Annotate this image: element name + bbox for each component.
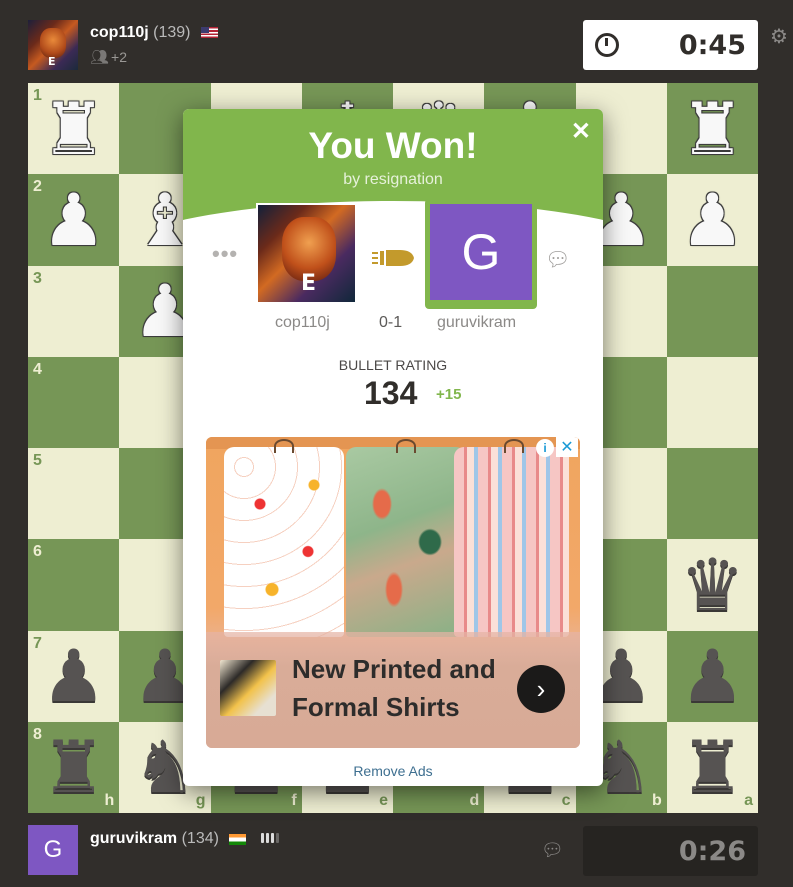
more-icon[interactable]: ••• (212, 241, 238, 267)
black-queen-icon[interactable]: ♛ (680, 549, 745, 621)
watchers-icon: 👥︎ (90, 49, 109, 66)
connection-signal-icon (260, 830, 281, 848)
board-square[interactable]: ♛ (666, 539, 758, 631)
top-player-avatar[interactable]: E (28, 20, 78, 70)
top-player-name[interactable]: cop110j (90, 24, 149, 41)
board-square[interactable]: 1 ♜ (28, 83, 120, 175)
top-player-name-line: cop110j (139) (90, 24, 218, 42)
rank-label: 5 (33, 452, 42, 469)
rating-label: BULLET RATING (338, 357, 448, 373)
ad-banner[interactable]: New Printed and Formal Shirts › (206, 632, 580, 748)
white-rook-icon[interactable]: ♜ (41, 93, 106, 165)
file-label: g (195, 792, 206, 809)
board-square[interactable]: ♜ (666, 83, 758, 175)
board-square[interactable]: 8 h ♜ (28, 721, 120, 813)
file-label: b (651, 792, 662, 809)
avatar-badge: E (48, 55, 56, 68)
board-square[interactable]: a ♜ (666, 721, 758, 813)
rating-delta: +15 (436, 386, 462, 403)
rank-label: 7 (33, 634, 42, 652)
score-row: cop110j 0-1 guruvikram (183, 314, 603, 336)
white-pawn-icon[interactable]: ♟ (41, 184, 106, 256)
loser-avatar[interactable]: G (425, 199, 537, 309)
rank-label: 3 (33, 269, 42, 287)
clock-icon (595, 33, 619, 57)
game-score: 0-1 (379, 314, 403, 331)
rank-label: 4 (33, 360, 42, 378)
black-rook-icon[interactable]: ♜ (680, 731, 745, 803)
board-square[interactable]: 7 ♟ (28, 630, 120, 722)
top-player-rating: (139) (153, 24, 191, 41)
winner-name[interactable]: cop110j (275, 314, 330, 332)
bullet-icon (372, 250, 414, 266)
board-square[interactable]: ♟ (666, 630, 758, 722)
top-player-bar: E cop110j (139) 👥︎ +2 0:45 (28, 14, 758, 74)
ad-shirt-image (346, 439, 466, 637)
info-icon[interactable]: i (536, 439, 554, 457)
result-subtitle: by resignation (343, 171, 443, 188)
remove-ads-link[interactable]: Remove Ads (183, 763, 603, 779)
close-icon[interactable]: ✕ (571, 117, 591, 146)
ad-thumbnail (220, 660, 276, 716)
bottom-player-bar: G guruvikram (134) 0:26 (28, 820, 758, 880)
rank-label: 2 (33, 178, 42, 196)
india-flag-icon (229, 833, 247, 845)
board-square[interactable]: 6 (28, 539, 120, 631)
watchers-count: +2 (111, 49, 128, 65)
black-pawn-icon[interactable]: ♟ (680, 640, 745, 712)
bottom-player-rating: (134) (181, 830, 219, 848)
bottom-player-avatar[interactable]: G (28, 825, 78, 875)
rank-label: 6 (33, 543, 42, 561)
bottom-player-name-line: guruvikram (134) (90, 830, 281, 848)
file-label: d (469, 792, 480, 809)
board-square[interactable]: 4 (28, 356, 120, 448)
modal-header-curve (183, 201, 603, 381)
chevron-right-icon[interactable]: › (517, 665, 565, 713)
bottom-clock-time: 0:26 (678, 835, 746, 867)
board-square[interactable] (666, 448, 758, 540)
board-square[interactable] (666, 356, 758, 448)
board-square[interactable] (666, 265, 758, 357)
advertisement[interactable]: i ✕ New Printed and Formal Shirts › (206, 437, 580, 748)
loser-name[interactable]: guruvikram (437, 314, 516, 332)
ad-headline[interactable]: New Printed and Formal Shirts (292, 650, 522, 726)
bottom-player-name[interactable]: guruvikram (90, 830, 177, 847)
ad-close-icon[interactable]: ✕ (556, 437, 578, 457)
board-square[interactable]: 2 ♟ (28, 174, 120, 266)
black-pawn-icon[interactable]: ♟ (41, 640, 106, 712)
white-pawn-icon[interactable]: ♟ (680, 184, 745, 256)
top-player-clock: 0:45 (583, 20, 758, 70)
us-flag-icon (200, 27, 218, 39)
chat-icon[interactable]: 💬︎ (545, 247, 570, 272)
ad-shirt-image (454, 439, 569, 637)
bottom-player-clock: 0:26 (583, 826, 758, 876)
winner-avatar-badge: E (301, 271, 317, 296)
ad-shirt-image (224, 439, 344, 637)
loser-avatar-letter: G (430, 204, 532, 300)
rating-value: 134 (364, 375, 418, 411)
file-label: a (744, 792, 753, 809)
chat-icon[interactable]: 💬︎ (541, 840, 564, 861)
winner-avatar[interactable]: E (256, 203, 357, 304)
rank-label: 8 (33, 725, 42, 743)
result-title: You Won! (308, 125, 478, 166)
file-label: e (379, 792, 388, 809)
watchers: 👥︎ +2 (90, 48, 127, 66)
white-rook-icon[interactable]: ♜ (680, 93, 745, 165)
rank-label: 1 (33, 87, 42, 104)
board-square[interactable]: 5 (28, 448, 120, 540)
avatar-face (40, 28, 66, 58)
file-label: f (291, 792, 297, 809)
file-label: h (104, 792, 115, 809)
gear-icon[interactable]: ⚙ (770, 24, 788, 49)
board-square[interactable]: ♟ (666, 174, 758, 266)
black-rook-icon[interactable]: ♜ (41, 731, 106, 803)
top-clock-time: 0:45 (678, 29, 746, 61)
file-label: c (561, 792, 571, 809)
board-square[interactable]: 3 (28, 265, 120, 357)
game-result-modal: You Won! by resignation ✕ ••• E G 💬︎ cop… (183, 109, 603, 786)
